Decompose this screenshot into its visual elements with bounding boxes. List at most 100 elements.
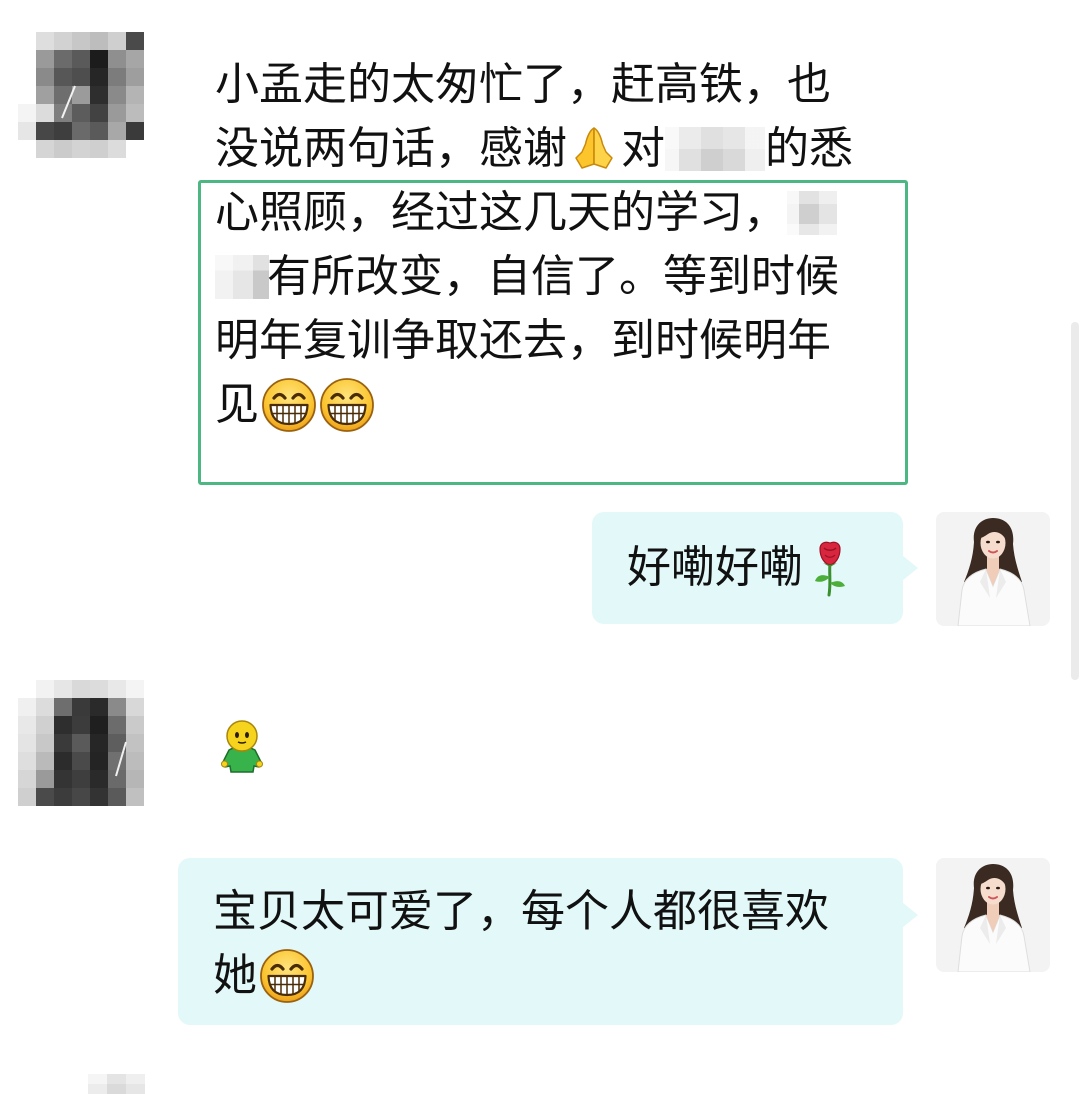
mosaic-tile <box>72 50 91 69</box>
redacted-mosaic <box>787 191 837 235</box>
mosaic-tile <box>72 140 91 158</box>
mosaic-tile <box>90 770 109 789</box>
mosaic-tile <box>126 50 144 69</box>
mosaic-tile <box>126 680 144 699</box>
mosaic-tile <box>108 680 127 699</box>
mosaic-tile <box>54 680 73 699</box>
mosaic-tile <box>126 698 144 717</box>
mosaic-tile <box>90 32 109 51</box>
message-line: 她 <box>213 944 903 1008</box>
grinning-face-icon <box>262 378 316 432</box>
mosaic-tile <box>18 770 37 789</box>
message-text: 好嘞好嘞 <box>627 542 803 593</box>
mosaic-tile <box>108 716 127 735</box>
green-figure-sticker-icon[interactable] <box>213 716 271 774</box>
mosaic-tile <box>126 122 144 141</box>
message-line: 心照顾，经过这几天的学习， <box>215 181 872 245</box>
mosaic-tile <box>126 752 144 771</box>
my-avatar[interactable] <box>936 512 1050 626</box>
mosaic-tile <box>18 122 37 141</box>
mosaic-tile <box>108 752 127 771</box>
mosaic-tile <box>18 788 37 806</box>
mosaic-tile <box>36 752 55 771</box>
rose-icon <box>815 541 845 597</box>
mosaic-tile <box>126 68 144 87</box>
mosaic-tile <box>36 734 55 753</box>
mosaic-tile <box>54 788 73 806</box>
mosaic-tile <box>126 86 144 105</box>
message-line: 没说两句话，感谢 对 的悉 <box>215 117 872 181</box>
scrollbar[interactable] <box>1071 322 1079 680</box>
mosaic-tile <box>54 122 73 141</box>
message-line: 明年复训争取还去，到时候明年 <box>215 309 872 373</box>
mosaic-tile <box>108 104 127 123</box>
message-line: 见 <box>215 373 872 437</box>
mosaic-tile <box>90 68 109 87</box>
message-bubble[interactable]: 宝贝太可爱了，每个人都很喜欢 她 <box>178 858 903 1025</box>
mosaic-tile <box>90 122 109 141</box>
contact-avatar[interactable] <box>88 1074 145 1094</box>
mosaic-tile <box>126 770 144 789</box>
mosaic-tile <box>107 1074 127 1085</box>
contact-avatar[interactable] <box>18 32 144 158</box>
mosaic-tile <box>126 140 144 158</box>
mosaic-tile <box>90 698 109 717</box>
redacted-mosaic <box>665 127 765 171</box>
grinning-face-icon <box>260 949 314 1003</box>
mosaic-tile <box>36 68 55 87</box>
grinning-face-icon <box>320 378 374 432</box>
profile-photo <box>936 512 1050 626</box>
mosaic-tile <box>54 32 73 51</box>
mosaic-tile <box>90 716 109 735</box>
mosaic-tile <box>90 752 109 771</box>
mosaic-tile <box>18 86 37 105</box>
mosaic-tile <box>126 104 144 123</box>
mosaic-tile <box>90 734 109 753</box>
mosaic-tile <box>18 680 37 699</box>
mosaic-tile <box>18 68 37 87</box>
mosaic-tile <box>54 140 73 158</box>
message-bubble[interactable]: 好嘞好嘞 <box>592 512 903 624</box>
mosaic-tile <box>72 122 91 141</box>
mosaic-tile <box>36 104 55 123</box>
mosaic-tile <box>126 32 144 51</box>
folded-hands-icon <box>575 127 613 169</box>
bubble-tail <box>903 903 918 927</box>
contact-avatar[interactable] <box>18 680 144 806</box>
mosaic-tile <box>36 50 55 69</box>
message-text: 明年复训争取还去，到时候明年 <box>215 315 831 366</box>
mosaic-tile <box>36 86 55 105</box>
mosaic-tile <box>72 32 91 51</box>
mosaic-tile <box>88 1074 108 1085</box>
message-text: 有所改变，自信了。等到时候 <box>267 251 839 302</box>
mosaic-tile <box>72 680 91 699</box>
message-bubble[interactable]: 小孟走的太匆忙了，赶高铁，也 没说两句话，感谢 对 的悉 心照顾，经过这几天的学… <box>192 40 872 450</box>
mosaic-tile <box>90 140 109 158</box>
message-text: 她 <box>213 950 257 1001</box>
mosaic-tile <box>90 86 109 105</box>
my-avatar[interactable] <box>936 858 1050 972</box>
mosaic-tile <box>36 140 55 158</box>
mosaic-tile <box>90 788 109 806</box>
message-text: 没说两句话，感谢 <box>215 123 567 174</box>
mosaic-tile <box>108 788 127 806</box>
mosaic-tile <box>18 734 37 753</box>
mosaic-tile <box>36 32 55 51</box>
mosaic-tile <box>90 104 109 123</box>
mosaic-tile <box>126 1084 145 1094</box>
mosaic-tile <box>107 1084 127 1094</box>
mosaic-tile <box>72 770 91 789</box>
message-text: 心照顾，经过这几天的学习， <box>215 187 787 238</box>
mosaic-tile <box>126 734 144 753</box>
mosaic-tile <box>36 716 55 735</box>
mosaic-tile <box>90 680 109 699</box>
mosaic-tile <box>54 50 73 69</box>
mosaic-tile <box>36 770 55 789</box>
mosaic-tile <box>54 68 73 87</box>
mosaic-tile <box>72 698 91 717</box>
mosaic-tile <box>36 698 55 717</box>
mosaic-tile <box>18 32 37 51</box>
message-line: 宝贝太可爱了，每个人都很喜欢 <box>213 880 903 944</box>
mosaic-tile <box>90 50 109 69</box>
redacted-mosaic <box>215 255 269 299</box>
